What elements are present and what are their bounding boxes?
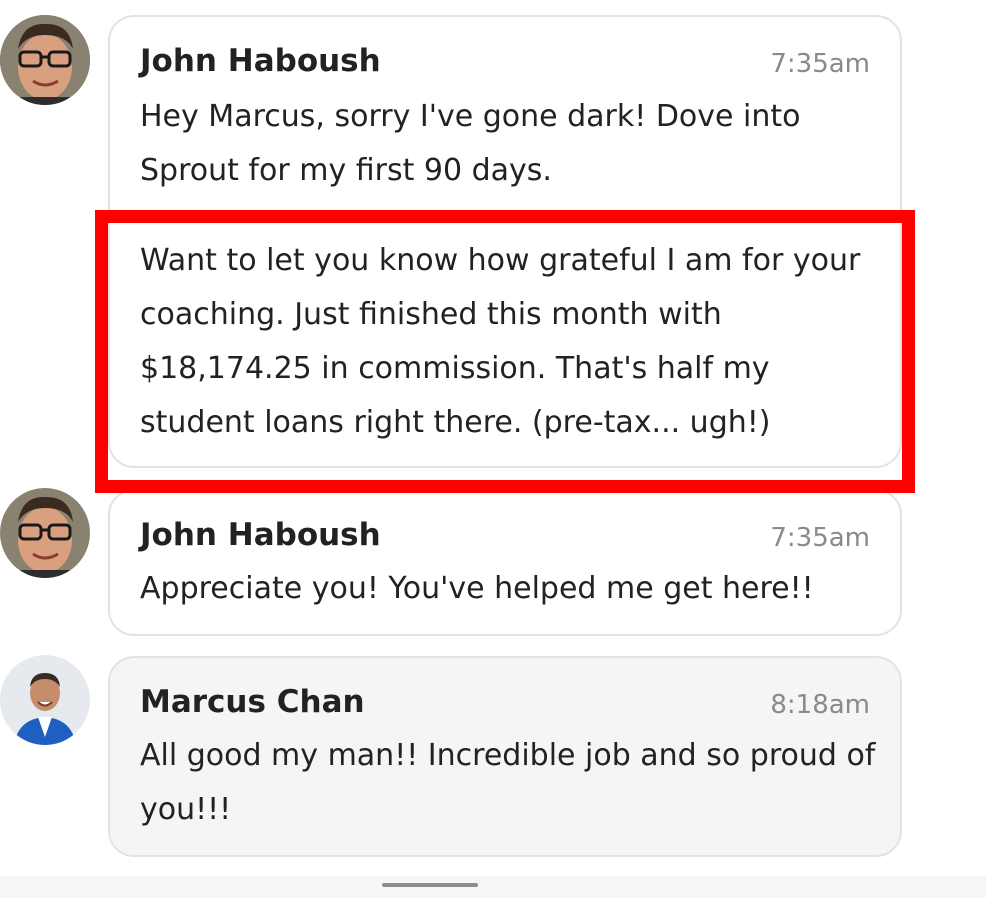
message-bubble[interactable]: John Haboush 7:35am Hey Marcus, sorry I'…	[108, 15, 902, 468]
avatar-john-haboush[interactable]	[0, 15, 90, 105]
avatar-marcus-chan[interactable]	[0, 655, 90, 745]
message-timestamp: 7:35am	[770, 523, 870, 553]
gesture-navigation-bar	[0, 876, 986, 898]
sender-name: John Haboush	[140, 517, 381, 553]
message-text: Hey Marcus, sorry I've gone dark! Dove i…	[140, 99, 801, 188]
message-timestamp: 7:35am	[770, 49, 870, 79]
message-text: Appreciate you! You've helped me get her…	[140, 571, 814, 606]
message-text: Want to let you know how grateful I am f…	[140, 243, 861, 440]
message-bubble[interactable]: John Haboush 7:35am Appreciate you! You'…	[108, 489, 902, 636]
chat-thread: John Haboush 7:35am Hey Marcus, sorry I'…	[0, 0, 986, 898]
message-timestamp: 8:18am	[770, 690, 870, 720]
message-bubble[interactable]: Marcus Chan 8:18am All good my man!! Inc…	[108, 656, 902, 857]
sender-name: Marcus Chan	[140, 684, 365, 720]
home-handle[interactable]	[382, 883, 478, 887]
sender-name: John Haboush	[140, 43, 381, 79]
avatar-john-haboush[interactable]	[0, 488, 90, 578]
message-text: All good my man!! Incredible job and so …	[140, 738, 876, 827]
